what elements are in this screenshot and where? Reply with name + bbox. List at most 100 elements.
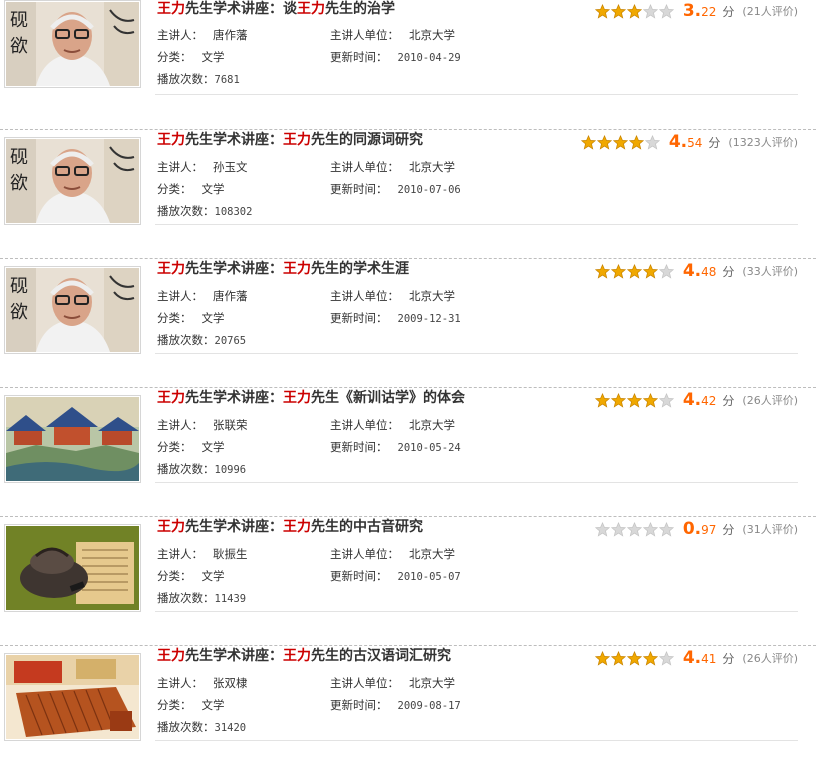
- star-empty-icon[interactable]: [594, 521, 610, 537]
- star-filled-icon[interactable]: [626, 650, 642, 666]
- rating-count: (21人评价): [742, 5, 798, 18]
- star-filled-icon[interactable]: [628, 134, 644, 150]
- inkstone-icon: [6, 526, 139, 610]
- star-rating[interactable]: [594, 521, 675, 537]
- lecture-thumbnail[interactable]: [4, 653, 141, 741]
- list-item: 砚欲 王力先生学术讲座：谈王力先生的治学 主讲人： 唐作藩 主讲人单位： 北京大学 …: [0, 0, 816, 129]
- unit-label: 主讲人单位：: [330, 289, 399, 303]
- lecture-title-link[interactable]: 王力先生学术讲座：王力先生《新训诂学》的体会: [157, 389, 465, 407]
- star-empty-icon[interactable]: [610, 521, 626, 537]
- star-rating[interactable]: [594, 392, 675, 408]
- star-filled-icon[interactable]: [594, 3, 610, 19]
- updated-value: 2010-07-06: [397, 184, 461, 196]
- lecturer-row: 主讲人： 唐作藩: [157, 288, 248, 304]
- svg-text:砚: 砚: [10, 276, 28, 297]
- lecture-title-link[interactable]: 王力先生学术讲座：王力先生的同源词研究: [157, 131, 423, 149]
- star-filled-icon[interactable]: [626, 3, 642, 19]
- lecturer-label: 主讲人：: [157, 28, 203, 42]
- star-filled-icon[interactable]: [594, 392, 610, 408]
- star-filled-icon[interactable]: [642, 392, 658, 408]
- plays-row: 播放次数：31420: [157, 719, 246, 736]
- star-filled-icon[interactable]: [642, 263, 658, 279]
- star-filled-icon[interactable]: [612, 134, 628, 150]
- star-empty-icon[interactable]: [658, 3, 674, 19]
- updated-value: 2010-05-24: [397, 442, 461, 454]
- star-filled-icon[interactable]: [594, 263, 610, 279]
- plays-label: 播放次数：: [157, 333, 215, 347]
- rating-count: (31人评价): [742, 523, 798, 536]
- lecture-thumbnail[interactable]: 砚欲: [4, 266, 141, 354]
- star-rating[interactable]: [594, 263, 675, 279]
- title-text: 先生学术讲座：: [185, 261, 283, 277]
- updated-row: 更新时间： 2010-05-07: [330, 568, 461, 585]
- lecturer-name: 唐作藩: [213, 289, 248, 303]
- title-text: 先生学术讲座：: [185, 390, 283, 406]
- plays-value: 7681: [214, 74, 240, 86]
- lecture-title-link[interactable]: 王力先生学术讲座：谈王力先生的治学: [157, 0, 395, 18]
- svg-text:欲: 欲: [10, 173, 28, 194]
- title-text: 先生的古汉语词汇研究: [311, 648, 451, 664]
- unit-row: 主讲人单位： 北京大学: [330, 546, 455, 562]
- title-text: 先生学术讲座：: [185, 519, 283, 535]
- star-empty-icon[interactable]: [644, 134, 660, 150]
- star-rating[interactable]: [580, 134, 661, 150]
- category-row: 分类： 文学: [157, 310, 225, 326]
- svg-text:砚: 砚: [10, 147, 28, 168]
- star-empty-icon[interactable]: [658, 650, 674, 666]
- title-highlight: 王力: [157, 132, 185, 148]
- star-filled-icon[interactable]: [610, 392, 626, 408]
- star-rating[interactable]: [594, 650, 675, 666]
- star-empty-icon[interactable]: [658, 263, 674, 279]
- star-filled-icon[interactable]: [626, 263, 642, 279]
- category-value: 文学: [201, 569, 225, 583]
- score-decimal: 48: [701, 265, 717, 279]
- plays-value: 20765: [214, 335, 247, 347]
- lecture-thumbnail[interactable]: 砚欲: [4, 137, 141, 225]
- title-highlight: 王力: [297, 1, 325, 17]
- star-filled-icon[interactable]: [610, 263, 626, 279]
- rating: 4.54 分 (1323人评价): [580, 132, 798, 152]
- unit-row: 主讲人单位： 北京大学: [330, 417, 455, 433]
- star-filled-icon[interactable]: [610, 3, 626, 19]
- lecture-thumbnail[interactable]: [4, 395, 141, 483]
- score-integer: 4.: [668, 132, 688, 152]
- title-text: 先生的治学: [325, 1, 395, 17]
- star-empty-icon[interactable]: [658, 521, 674, 537]
- star-empty-icon[interactable]: [658, 392, 674, 408]
- lecturer-row: 主讲人： 张联荣: [157, 417, 248, 433]
- score-value: 4.48: [683, 261, 717, 281]
- lecture-title-link[interactable]: 王力先生学术讲座：王力先生的学术生涯: [157, 260, 409, 278]
- star-filled-icon[interactable]: [580, 134, 596, 150]
- updated-value: 2009-12-31: [397, 313, 461, 325]
- score-value: 4.41: [683, 648, 717, 668]
- svg-text:欲: 欲: [10, 36, 28, 57]
- star-empty-icon[interactable]: [642, 521, 658, 537]
- star-empty-icon[interactable]: [626, 521, 642, 537]
- updated-row: 更新时间： 2009-12-31: [330, 310, 461, 327]
- category-row: 分类： 文学: [157, 568, 225, 584]
- rating: 0.97 分 (31人评价): [594, 519, 798, 539]
- unit-value: 北京大学: [409, 547, 455, 561]
- star-filled-icon[interactable]: [610, 650, 626, 666]
- category-value: 文学: [201, 311, 225, 325]
- category-value: 文学: [201, 50, 225, 64]
- score-value: 0.97: [683, 519, 717, 539]
- star-filled-icon[interactable]: [642, 650, 658, 666]
- unit-row: 主讲人单位： 北京大学: [330, 159, 455, 175]
- unit-label: 主讲人单位：: [330, 28, 399, 42]
- star-filled-icon[interactable]: [626, 392, 642, 408]
- star-filled-icon[interactable]: [596, 134, 612, 150]
- star-rating[interactable]: [594, 3, 675, 19]
- unit-label: 主讲人单位：: [330, 418, 399, 432]
- lecture-title-link[interactable]: 王力先生学术讲座：王力先生的古汉语词汇研究: [157, 647, 451, 665]
- lecture-title-link[interactable]: 王力先生学术讲座：王力先生的中古音研究: [157, 518, 423, 536]
- bamboo-book-icon: [6, 655, 139, 739]
- title-highlight: 王力: [157, 519, 185, 535]
- lecturer-name: 孙玉文: [213, 160, 248, 174]
- title-text: 先生的学术生涯: [311, 261, 409, 277]
- plays-value: 108302: [214, 206, 253, 218]
- lecture-thumbnail[interactable]: 砚欲: [4, 0, 141, 88]
- star-empty-icon[interactable]: [642, 3, 658, 19]
- lecture-thumbnail[interactable]: [4, 524, 141, 612]
- star-filled-icon[interactable]: [594, 650, 610, 666]
